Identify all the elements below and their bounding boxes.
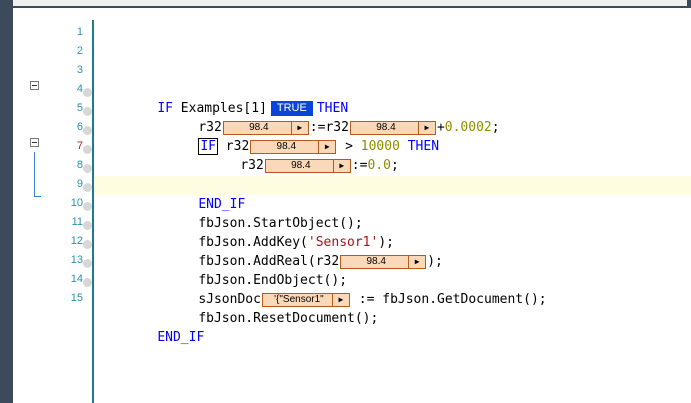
variable: r32 (240, 158, 264, 173)
assign-operator: := (351, 158, 368, 173)
breakpoint-icon[interactable] (83, 164, 92, 173)
monitor-value: 98.4 (291, 159, 311, 171)
code-line-9[interactable]: fbJson.AddKey('Sensor1'); (167, 214, 691, 250)
breakpoint-icon[interactable] (83, 88, 92, 97)
breakpoint-icon[interactable] (83, 259, 92, 268)
top-bar-edge (687, 0, 691, 8)
number-literal: 0.0 (367, 158, 391, 173)
breakpoint-icon[interactable] (83, 240, 92, 249)
line-number-gutter: 1 2 3 4 5 6 7 8 9 10 11 12 13 14 15 (51, 20, 92, 403)
breakpoint-icon[interactable] (83, 183, 92, 192)
line-number: 4 (76, 83, 83, 95)
fold-range-end (34, 196, 41, 197)
code-line-11[interactable]: fbJson.EndObject(); (167, 252, 691, 288)
code-line-8[interactable]: fbJson.StartObject(); (167, 195, 691, 231)
breakpoint-icon[interactable] (83, 278, 92, 287)
line-number: 11 (71, 216, 83, 228)
line-number: 10 (70, 197, 83, 209)
breakpoint-icon[interactable] (83, 107, 92, 116)
code-line-5[interactable]: IF r32 98.4 ▶ > 10000 THEN (167, 118, 691, 155)
code-line-14[interactable]: END_IF (126, 309, 691, 345)
line-number: 12 (70, 235, 83, 247)
breakpoint-icon[interactable] (83, 126, 92, 135)
code-line-12[interactable]: sJsonDoc '{"Sensor1" ▶ := fbJson.GetDocume… (167, 271, 691, 307)
collapse-icon-line-3[interactable] (30, 81, 39, 90)
fold-range-line (34, 152, 35, 196)
line-number: 6 (76, 121, 83, 133)
inline-monitor[interactable]: 98.4 ▶ (264, 158, 351, 173)
code-line-6[interactable]: r32 98.4 ▶:=0.0; (209, 137, 691, 173)
line-number: 15 (70, 292, 83, 304)
left-window-border (0, 0, 13, 403)
triangle-right-icon[interactable]: ▶ (332, 159, 350, 172)
fold-margin (13, 20, 51, 403)
breakpoint-icon[interactable] (83, 202, 92, 211)
code-line-7-current[interactable]: END_IF (94, 176, 691, 212)
keyword: END_IF (157, 330, 205, 345)
collapse-icon-line-5[interactable] (30, 138, 39, 147)
code-editor[interactable]: IF Examples[1] TRUE THEN r32 98.4 ▶:=r32 98.4… (94, 20, 691, 403)
line-number: 14 (70, 273, 83, 285)
line-number: 9 (76, 178, 83, 190)
line-number: 1 (76, 26, 83, 38)
semicolon: ; (390, 158, 399, 173)
breakpoint-icon[interactable] (83, 221, 92, 230)
code-line-13[interactable]: fbJson.ResetDocument(); (167, 290, 691, 326)
code-line-4[interactable]: r32 98.4 ▶:=r32 98.4 ▶ +0.0002; (167, 99, 691, 135)
line-number: 8 (76, 159, 83, 171)
line-number: 13 (70, 254, 83, 266)
line-number-current: 7 (76, 140, 83, 152)
line-number: 2 (76, 45, 83, 57)
breakpoint-icon[interactable] (83, 145, 92, 154)
editor-top-bar (13, 0, 691, 8)
line-number: 5 (76, 102, 83, 114)
line-number: 3 (76, 64, 83, 76)
code-line-10[interactable]: fbJson.AddReal(r32 98.4 ▶); (167, 233, 691, 269)
code-line-3[interactable]: IF Examples[1] TRUE THEN (126, 80, 691, 116)
